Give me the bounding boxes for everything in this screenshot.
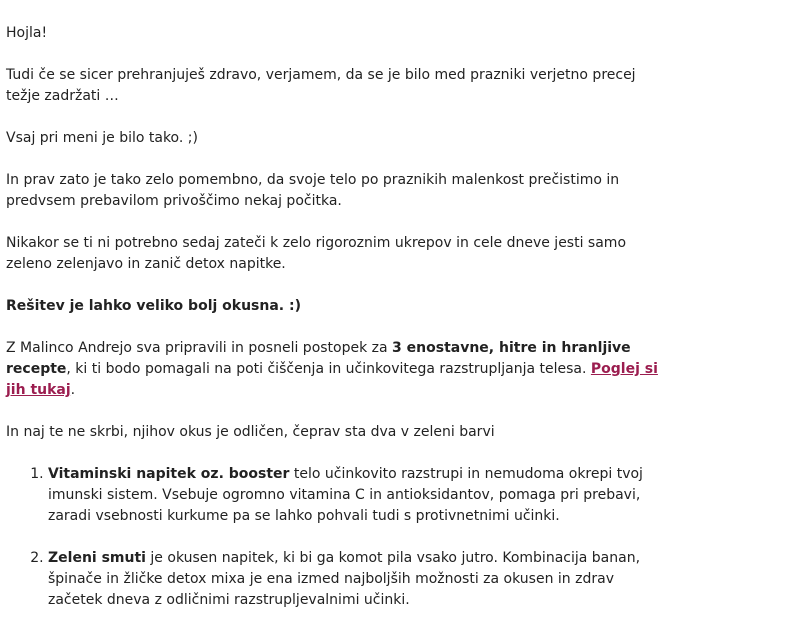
paragraph-cleanse: In prav zato je tako zelo pomembno, da s… — [6, 172, 620, 209]
recipes-intro-text: Z Malinco Andrejo sva pripravili in posn… — [6, 340, 393, 356]
email-body: Hojla! Tudi če se sicer prehranjuješ zdr… — [6, 23, 661, 632]
paragraph-solution: Rešitev je lahko veliko bolj okusna. :) — [6, 296, 661, 317]
recipes-middle-text: , ki ti bodo pomagali na poti čiščenja i… — [66, 361, 591, 377]
list-item-title: Zeleni smuti — [48, 550, 146, 566]
paragraph-holidays: Tudi če se sicer prehranjuješ zdravo, ve… — [6, 67, 636, 104]
list-item: Vitaminski napitek oz. booster telo učin… — [48, 464, 661, 527]
drink-list: Vitaminski napitek oz. booster telo učin… — [6, 464, 661, 611]
paragraph-me-too: Vsaj pri meni je bilo tako. ;) — [6, 130, 198, 146]
paragraph-no-rigorous: Nikakor se ti ni potrebno sedaj zateči k… — [6, 235, 627, 272]
greeting: Hojla! — [6, 25, 48, 41]
recipes-end-text: . — [70, 382, 76, 398]
paragraph-taste: In naj te ne skrbi, njihov okus je odlič… — [6, 424, 495, 440]
solution-bold-text: Rešitev je lahko veliko bolj okusna. :) — [6, 298, 301, 314]
list-item: Zeleni smuti je okusen napitek, ki bi ga… — [48, 548, 661, 611]
list-item-title: Vitaminski napitek oz. booster — [48, 466, 290, 482]
paragraph-recipes: Z Malinco Andrejo sva pripravili in posn… — [6, 338, 661, 401]
